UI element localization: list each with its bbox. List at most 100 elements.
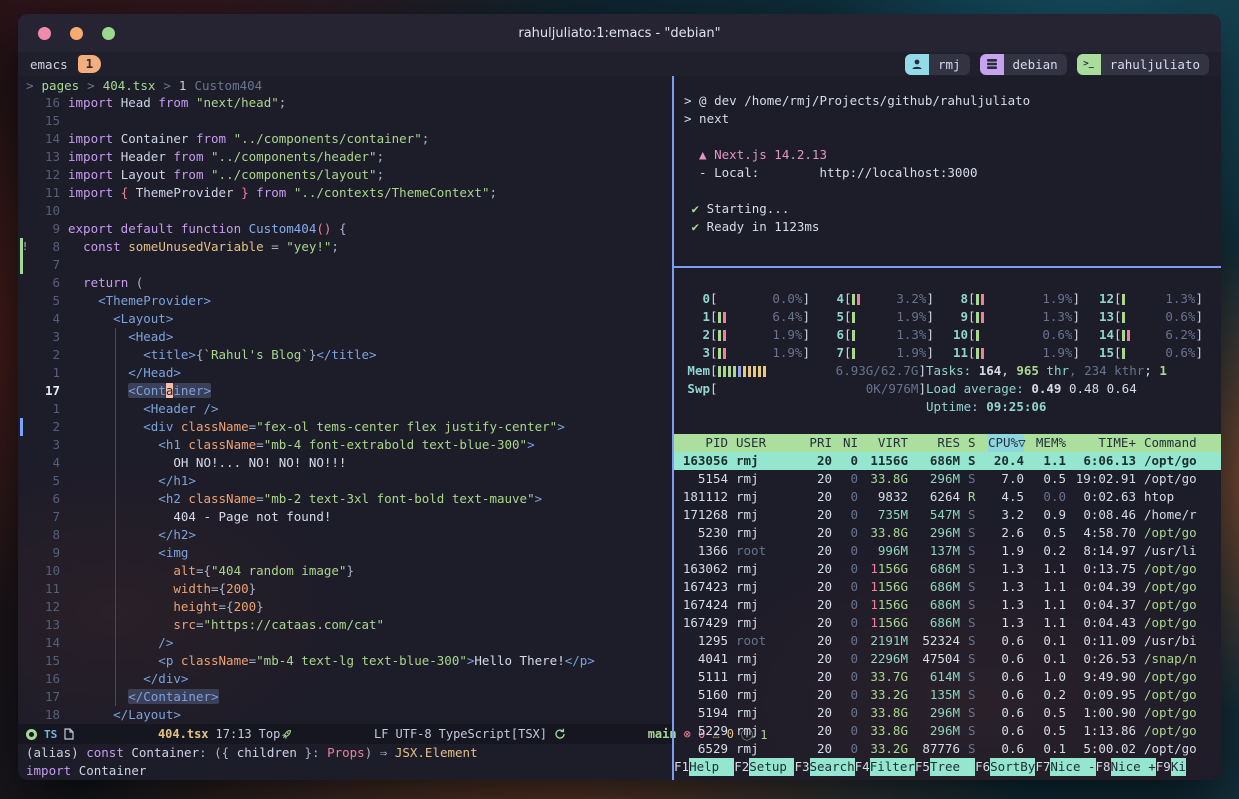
cpu-meter: 0[0.0%] [686, 290, 820, 308]
cpu-meter: 4[3.2%] [820, 290, 944, 308]
code-line[interactable]: 13 src="https://cataas.com/cat" [18, 616, 672, 634]
process-row[interactable]: 6529rmj20033.2G87776S0.60.15:00.02/opt/g… [674, 740, 1221, 758]
tmux-status-right: rmj debian >_ rahuljuliato [905, 54, 1209, 75]
cpu-meter: 14[6.2%] [1090, 326, 1213, 344]
process-row[interactable]: 167424rmj2001156G686MS1.31.10:04.37/opt/… [674, 596, 1221, 614]
process-table: PIDUSERPRINIVIRTRESSCPU%▽MEM%TIME+Comman… [674, 434, 1221, 758]
code-line[interactable]: 7 404 - Page not found! [18, 508, 672, 526]
process-row[interactable]: 1295root2002191M52324S0.60.10:11.09/usr/… [674, 632, 1221, 650]
terminal-window: rahuljuliato:1:emacs - "debian" emacs 1 … [18, 14, 1221, 780]
breadcrumb[interactable]: >pages>404.tsx>1Custom404 [18, 76, 672, 94]
code-line[interactable]: 3 <Head> [18, 328, 672, 346]
code-line[interactable]: 11 width={200} [18, 580, 672, 598]
tmux-status-bar: emacs 1 rmj debian [18, 52, 1221, 76]
code-line[interactable]: 14 /> [18, 634, 672, 652]
editor-pane[interactable]: >pages>404.tsx>1Custom404 16import Head … [18, 76, 672, 780]
title-bar: rahuljuliato:1:emacs - "debian" [18, 14, 1221, 52]
code-line[interactable]: 17 </Container> [18, 688, 672, 706]
process-row[interactable]: 181112rmj20098326264R4.50.00:02.63htop [674, 488, 1221, 506]
cpu-meters: 0[0.0%]4[3.2%]8[1.9%]12[1.3%]1[6.4%]5[1.… [674, 290, 1221, 362]
cpu-meter: 6[1.3%] [820, 326, 944, 344]
tasks-line: Tasks: 164, 965 thr, 234 kthr; 1 [926, 362, 1167, 380]
process-row[interactable]: 5194rmj20033.8G296MS0.60.51:00.90/opt/go [674, 704, 1221, 722]
uptime-line: Uptime: 09:25:06 [926, 398, 1167, 416]
code-line[interactable]: 2 <title>{`Rahul's Blog`}</title> [18, 346, 672, 364]
process-header[interactable]: PIDUSERPRINIVIRTRESSCPU%▽MEM%TIME+Comman… [674, 434, 1221, 452]
code-line[interactable]: 10 [18, 202, 672, 220]
code-line[interactable]: 11import { ThemeProvider } from "../cont… [18, 184, 672, 202]
process-row[interactable]: 1366root200996M137MS1.90.28:14.97/usr/li [674, 542, 1221, 560]
cpu-meter: 5[1.9%] [820, 308, 944, 326]
code-line[interactable]: 1 <Header /> [18, 400, 672, 418]
process-row[interactable]: 167423rmj2001156G686MS1.31.10:04.39/opt/… [674, 578, 1221, 596]
code-line[interactable]: 5 <ThemeProvider> [18, 292, 672, 310]
code-line[interactable]: !8 const someUnusedVariable = "yey!"; [18, 238, 672, 256]
process-row[interactable]: 5111rmj20033.7G614MS0.61.09:49.90/opt/go [674, 668, 1221, 686]
code-line[interactable]: 14import Container from "../components/c… [18, 130, 672, 148]
code-line[interactable]: 1 </Head> [18, 364, 672, 382]
code-line[interactable]: 6 return ( [18, 274, 672, 292]
cpu-meter: 1[6.4%] [686, 308, 820, 326]
modeline-encoding: UTF-8 [396, 727, 432, 741]
code-line[interactable]: 5 </h1> [18, 472, 672, 490]
code-line[interactable]: 9 <img [18, 544, 672, 562]
process-row[interactable]: 4041rmj2002296M47504S0.60.10:26.53/snap/… [674, 650, 1221, 668]
code-line[interactable]: 18 </Layout> [18, 706, 672, 724]
process-row[interactable]: 171268rmj200735M547MS3.20.90:08.46/home/… [674, 506, 1221, 524]
htop-pane[interactable]: 0[0.0%]4[3.2%]8[1.9%]12[1.3%]1[6.4%]5[1.… [674, 268, 1221, 780]
code-line[interactable]: 2 <div className="fex-ol tems-center fle… [18, 418, 672, 436]
tmux-window-name: emacs [30, 57, 68, 72]
fkey-ki[interactable]: F9Ki [1156, 758, 1186, 776]
code-line[interactable]: 3 <h1 className="mb-4 font-extrabold tex… [18, 436, 672, 454]
code-line[interactable]: 16 </div> [18, 670, 672, 688]
modeline-filename: 404.tsx [158, 727, 209, 741]
code-lines[interactable]: 16import Head from "next/head";1514impor… [18, 94, 672, 724]
typescript-icon: TS [44, 728, 57, 741]
fkey-search[interactable]: F3Search [794, 758, 854, 776]
code-line[interactable]: 4 OH NO!... NO! NO! NO!!! [18, 454, 672, 472]
host-badge: debian [980, 54, 1067, 75]
fkey-help[interactable]: F1Help [674, 758, 734, 776]
user-badge: rmj [905, 54, 970, 75]
code-line[interactable]: 8 </h2> [18, 526, 672, 544]
process-row[interactable]: 163062rmj2001156G686MS1.31.10:13.75/opt/… [674, 560, 1221, 578]
code-line[interactable]: 10 alt={"404 random image"} [18, 562, 672, 580]
code-line[interactable]: 16import Head from "next/head"; [18, 94, 672, 112]
echo-area: (alias) const Container: ({ children }: … [18, 744, 672, 780]
terminal-icon: >_ [1077, 54, 1101, 75]
host-badge-label: debian [1004, 57, 1067, 72]
tmux-window-index-badge: 1 [78, 55, 102, 73]
fkey-setup[interactable]: F2Setup [734, 758, 794, 776]
indent-guide [115, 328, 116, 706]
terminal-output[interactable]: > @ dev /home/rmj/Projects/github/rahulj… [674, 76, 1221, 266]
code-line[interactable]: 7 [18, 256, 672, 274]
code-line[interactable]: 6 <h2 className="mb-2 text-3xl font-bold… [18, 490, 672, 508]
process-row[interactable]: 5229rmj20033.8G296MS0.60.51:13.86/opt/go [674, 722, 1221, 740]
tmux-window-tab[interactable]: emacs 1 [30, 55, 101, 73]
fkey-sortby[interactable]: F6SortBy [975, 758, 1035, 776]
cpu-meter: 7[1.9%] [820, 344, 944, 362]
process-row[interactable]: 5230rmj20033.8G296MS2.60.54:58.70/opt/go [674, 524, 1221, 542]
code-line[interactable]: 13import Header from "../components/head… [18, 148, 672, 166]
cpu-meter: 2[1.9%] [686, 326, 820, 344]
mode-indicator-icon [26, 729, 37, 740]
code-line[interactable]: 9export default function Custom404() { [18, 220, 672, 238]
fkey-nice-[interactable]: F8Nice + [1096, 758, 1156, 776]
fkey-tree[interactable]: F5Tree [915, 758, 975, 776]
code-line[interactable]: 17 <Container> [18, 382, 672, 400]
cpu-meter: 12[1.3%] [1090, 290, 1213, 308]
server-icon [980, 54, 1004, 75]
code-line[interactable]: 4 <Layout> [18, 310, 672, 328]
code-line[interactable]: 12 height={200} [18, 598, 672, 616]
process-row[interactable]: 167429rmj2001156G686MS1.31.10:04.43/opt/… [674, 614, 1221, 632]
code-line[interactable]: 15 [18, 112, 672, 130]
code-line[interactable]: 12import Layout from "../components/layo… [18, 166, 672, 184]
modeline-scroll: Top [259, 727, 281, 741]
fkey-nice-[interactable]: F7Nice - [1035, 758, 1095, 776]
process-row[interactable]: 5154rmj20033.8G296MS7.00.519:02.91/opt/g… [674, 470, 1221, 488]
process-row[interactable]: 163056rmj2001156G686MS20.41.16:06.13/opt… [674, 452, 1221, 470]
process-row[interactable]: 5160rmj20033.2G135MS0.60.20:09.95/opt/go [674, 686, 1221, 704]
user-badge-label: rmj [929, 57, 970, 72]
fkey-filter[interactable]: F4Filter [855, 758, 915, 776]
code-line[interactable]: 15 <p className="mb-4 text-lg text-blue-… [18, 652, 672, 670]
